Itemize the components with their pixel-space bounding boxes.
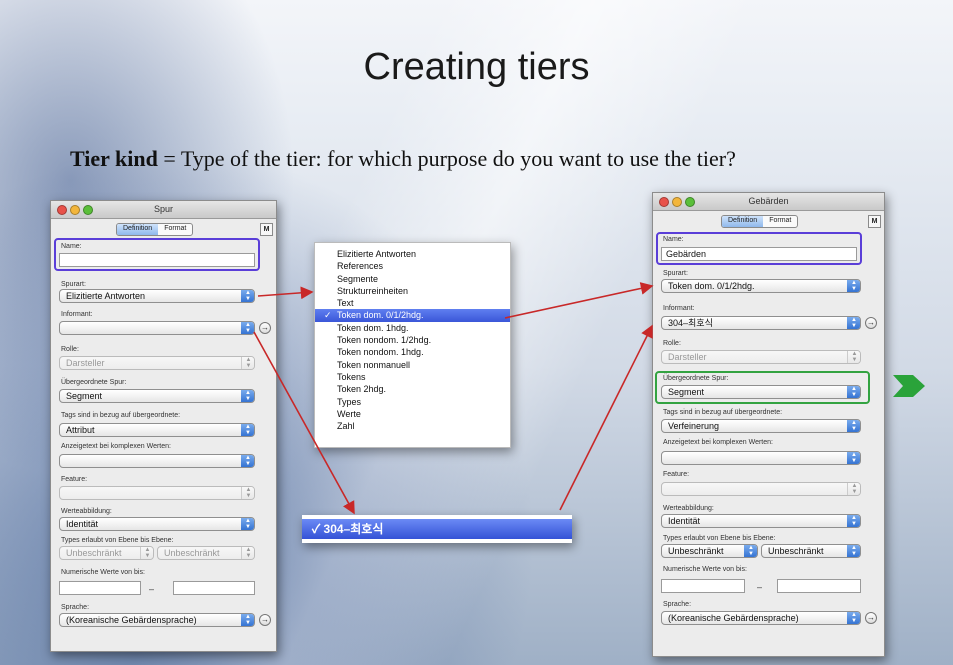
arrow-informant-to-menu xyxy=(253,331,355,515)
arrow-spurart-to-menu xyxy=(257,286,314,300)
arrow-menu-to-spurart xyxy=(504,282,654,319)
annotation-arrows xyxy=(253,282,654,515)
next-chevron-icon[interactable] xyxy=(893,375,927,397)
arrow-menu-to-informant xyxy=(559,324,653,511)
